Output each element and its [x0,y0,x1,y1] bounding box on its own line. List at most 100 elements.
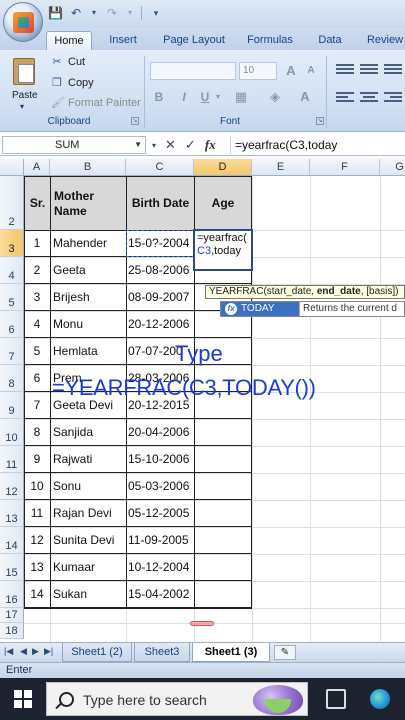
cell-birth-date[interactable]: 20-12-2006 [128,317,192,331]
tab-home[interactable]: Home [46,31,92,50]
cell-mother-name[interactable]: Kumaar [53,560,125,574]
cell-sr[interactable]: 2 [26,263,48,277]
align-left-icon[interactable] [336,90,354,104]
column-header-d[interactable]: D [194,159,252,176]
column-header-f[interactable]: F [310,159,380,176]
insert-function-icon[interactable]: fx [205,137,216,153]
cell-mother-name[interactable]: Sunita Devi [53,533,125,547]
font-size-box[interactable]: 10 [239,62,277,80]
borders-icon[interactable]: ▦ [228,88,254,106]
row-header[interactable]: 11 [0,446,24,473]
paste-button[interactable]: Paste [12,90,38,101]
cell-birth-date[interactable]: 10-12-2004 [128,560,192,574]
row-header[interactable]: 2 [0,176,24,230]
row-header[interactable]: 15 [0,554,24,581]
redo-icon[interactable]: ↷ [105,6,119,20]
cell-sr[interactable]: 4 [26,317,48,331]
align-right-icon[interactable] [384,90,402,104]
align-bottom-icon[interactable] [384,62,402,76]
column-header-a[interactable]: A [24,159,50,176]
paste-dropdown-icon[interactable]: ▾ [20,102,24,111]
cell-birth-date[interactable]: 05-03-2006 [128,479,192,493]
column-header-c[interactable]: C [126,159,194,176]
cell-mother-name[interactable]: Mahender [53,236,125,250]
column-header-b[interactable]: B [50,159,126,176]
formula-dropdown-icon[interactable]: ▾ [152,141,156,150]
cell-sr[interactable]: 10 [26,479,48,493]
name-box-dropdown-icon[interactable]: ▼ [134,137,142,153]
cell-sr[interactable]: 8 [26,425,48,439]
enter-icon[interactable]: ✓ [185,137,196,153]
cell-sr[interactable]: 13 [26,560,48,574]
row-header[interactable]: 13 [0,500,24,527]
font-launcher-icon[interactable]: ↘ [316,117,324,125]
cell-sr[interactable]: 9 [26,452,48,466]
cell-mother-name[interactable]: Sonu [53,479,125,493]
underline-dropdown-icon[interactable]: ▾ [214,88,222,106]
header-sr[interactable]: Sr. [24,176,51,231]
cell-mother-name[interactable]: Sanjida [53,425,125,439]
row-header[interactable]: 8 [0,365,24,392]
align-middle-icon[interactable] [360,62,378,76]
prev-sheet-icon[interactable]: ◀ [20,646,27,657]
cell-sr[interactable]: 5 [26,344,48,358]
formula-input[interactable]: =yearfrac(C3,today [230,136,337,154]
cell-sr[interactable]: 6 [26,371,48,385]
redo-dropdown-icon[interactable]: ▾ [126,6,134,20]
select-all-corner[interactable] [0,159,24,176]
next-sheet-icon[interactable]: ▶ [32,646,39,657]
row-header[interactable]: 7 [0,338,24,365]
tab-insert[interactable]: Insert [100,31,146,50]
office-button[interactable] [3,2,43,42]
column-header-g[interactable]: G [380,159,405,176]
cell-sr[interactable]: 12 [26,533,48,547]
windows-start-icon[interactable] [14,690,32,708]
undo-dropdown-icon[interactable]: ▾ [90,6,98,20]
row-header[interactable]: 6 [0,311,24,338]
italic-button[interactable]: I [177,88,191,106]
insert-sheet-icon[interactable]: ✎ [274,645,296,660]
tab-page-layout[interactable]: Page Layout [156,31,232,50]
copy-button[interactable]: ❐ Copy [51,77,94,89]
last-sheet-icon[interactable]: ▶| [44,646,53,657]
cell-birth-date[interactable]: 25-08-2006 [128,263,192,277]
row-header[interactable]: 4 [0,257,24,284]
font-name-box[interactable] [150,62,236,80]
paste-icon[interactable] [9,56,39,86]
row-header[interactable]: 12 [0,473,24,500]
undo-icon[interactable]: ↶ [69,6,83,20]
cell-mother-name[interactable]: Rajan Devi [53,506,125,520]
shrink-font-button[interactable]: A [303,62,319,80]
row-header[interactable]: 9 [0,392,24,419]
save-icon[interactable]: 💾 [48,6,63,20]
column-header-e[interactable]: E [252,159,310,176]
row-header[interactable]: 14 [0,527,24,554]
cut-button[interactable]: ✂ Cut [51,56,85,68]
customize-qa-icon[interactable]: ▾ [149,6,163,20]
row-header[interactable]: 3 [0,230,24,257]
header-mother-name[interactable]: Mother Name [50,176,127,231]
cell-birth-date[interactable]: 15-10-2006 [128,452,192,466]
autocomplete-item-today[interactable]: fx TODAY [221,302,299,316]
sheet-tab-sheet3[interactable]: Sheet3 [134,643,190,662]
cell-birth-date[interactable]: 15-04-2002 [128,587,192,601]
cell-mother-name[interactable]: Brijesh [53,290,125,304]
row-header[interactable]: 17 [0,608,24,623]
cell-mother-name[interactable]: Hemlata [53,344,125,358]
cell-sr[interactable]: 14 [26,587,48,601]
row-header[interactable]: 10 [0,419,24,446]
active-cell-editor[interactable]: =yearfrac( C3,today [193,229,253,271]
tab-formulas[interactable]: Formulas [240,31,300,50]
taskbar-search-box[interactable]: Type here to search [46,682,308,716]
underline-button[interactable]: U [198,88,212,106]
cell-mother-name[interactable]: Geeta [53,263,125,277]
cell-mother-name[interactable]: Sukan [53,587,125,601]
cell-sr[interactable]: 7 [26,398,48,412]
name-box[interactable]: SUM ▼ [2,136,146,154]
cell-mother-name[interactable]: Rajwati [53,452,125,466]
cell-sr[interactable]: 11 [26,506,48,520]
cell-birth-date[interactable]: 11-09-2005 [128,533,192,547]
task-view-icon[interactable] [326,689,346,709]
sheet-tab-sheet1-2[interactable]: Sheet1 (2) [62,643,132,662]
sheet-tab-sheet1-3[interactable]: Sheet1 (3) [192,643,270,662]
